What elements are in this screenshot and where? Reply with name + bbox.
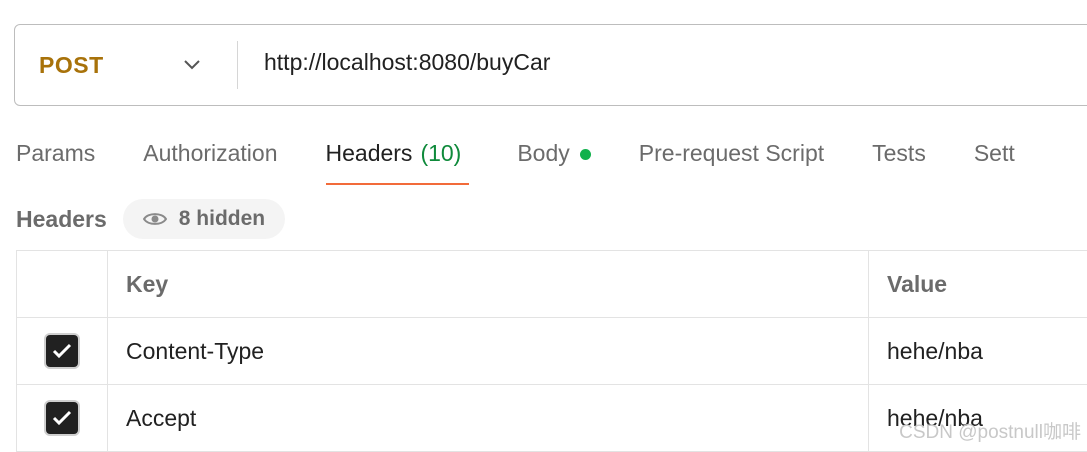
table-row: Content-Type hehe/nba — [17, 318, 1087, 385]
column-header-select — [17, 251, 108, 317]
header-value: hehe/nba — [887, 337, 983, 364]
row-select-cell — [17, 318, 108, 384]
tab-tests[interactable]: Tests — [872, 128, 926, 188]
key-cell[interactable]: Content-Type — [108, 318, 869, 384]
tab-label: Tests — [872, 140, 926, 166]
tab-pre-request-script[interactable]: Pre-request Script — [639, 128, 824, 188]
body-status-dot — [579, 149, 591, 160]
tab-params[interactable]: Params — [16, 128, 95, 188]
eye-icon — [142, 213, 167, 225]
hidden-headers-label: 8 hidden — [178, 207, 266, 230]
row-checkbox[interactable] — [46, 402, 78, 434]
tab-authorization[interactable]: Authorization — [143, 128, 277, 188]
row-checkbox[interactable] — [46, 335, 78, 367]
header-key: Accept — [126, 404, 197, 431]
active-tab-underline — [325, 183, 470, 185]
request-tabs: Params Authorization Headers (10) Body P… — [16, 128, 1015, 188]
watermark: CSDN @postnull咖啡 — [899, 422, 1081, 443]
headers-count: (10) — [420, 140, 462, 166]
headers-section-title: Headers — [16, 205, 107, 232]
value-cell[interactable]: hehe/nba — [869, 318, 1087, 384]
row-select-cell — [17, 385, 108, 451]
tab-settings[interactable]: Sett — [974, 128, 1015, 188]
header-key: Content-Type — [126, 337, 265, 364]
tab-body[interactable]: Body — [517, 128, 591, 188]
tab-headers[interactable]: Headers (10) — [325, 128, 470, 188]
headers-section-header: Headers 8 hidden — [16, 198, 286, 240]
request-bar: POST — [14, 23, 1087, 106]
chevron-down-icon — [184, 60, 200, 70]
column-header-key: Key — [108, 251, 869, 317]
url-input[interactable] — [238, 23, 1087, 103]
tab-label: Headers — [325, 140, 413, 166]
tab-label: Body — [517, 140, 570, 166]
check-icon — [52, 410, 72, 426]
tab-label: Authorization — [143, 140, 278, 166]
tab-label: Sett — [973, 140, 1015, 166]
hidden-headers-toggle[interactable]: 8 hidden — [122, 199, 286, 239]
key-cell[interactable]: Accept — [108, 385, 869, 451]
method-dropdown[interactable]: POST — [15, 25, 237, 105]
table-header-row: Key Value — [17, 251, 1087, 318]
tab-label: Params — [16, 140, 96, 166]
tab-label: Pre-request Script — [638, 140, 825, 166]
check-icon — [52, 343, 72, 359]
column-header-value: Value — [869, 251, 1087, 317]
method-label: POST — [39, 51, 104, 78]
